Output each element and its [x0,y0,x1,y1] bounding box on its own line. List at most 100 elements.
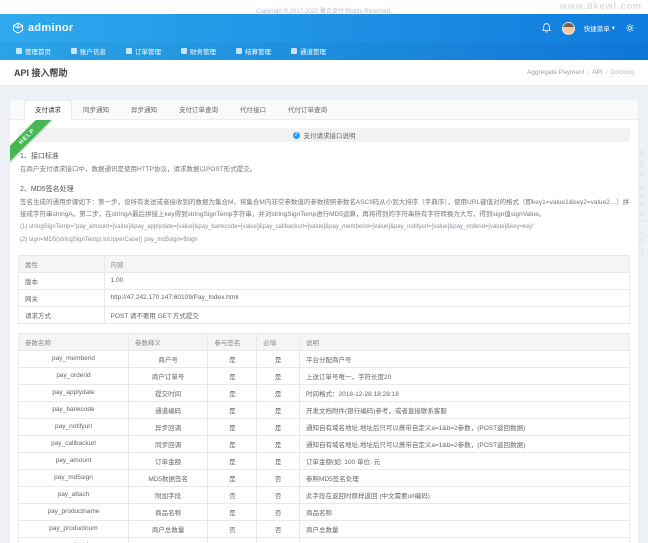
nav-item-settlement[interactable]: 结算管理 [228,42,279,60]
table-cell: 否 [257,503,300,520]
table-cell: 商户订单号 [128,367,207,384]
tab-sync-notify[interactable]: 同步通知 [72,100,120,119]
table-cell: 是 [208,452,257,469]
table-row: 请求方式POST 请不要用 GET 方式提交 [19,306,630,323]
table-row: pay_bankcode通道编码是是开发文档附件(银行编码)参考，或者直接联系客… [19,401,630,418]
top-strip: Copyright © 2017-2022 聚合支付 Rights Reserv… [0,0,648,14]
table-cell: pay_amount [19,452,129,469]
user-icon [71,48,77,54]
nav-label: 管理首页 [25,46,51,56]
table-cell: 是 [257,350,300,367]
nav-item-home[interactable]: 管理首页 [8,42,59,60]
section-2-title: 2、MD5签名处理 [20,184,630,194]
finance-icon [181,48,187,54]
api-help-card: 支付请求 同步通知 异步通知 支付订单查询 代付接口 代付订单查询 HELP i… [10,100,638,543]
breadcrumb-item-api[interactable]: API [592,69,602,76]
user-avatar[interactable] [562,22,575,35]
breadcrumb-separator: / [606,69,608,76]
table-row: pay_callbackurl同步回调是是通知自有域名地址,地址后只可以携带自定… [19,435,630,452]
table-cell: 提交时间 [128,384,207,401]
table-cell: 订单金额(如: 100 单位: 元 [300,452,630,469]
table-cell: 1.00 [104,272,629,289]
table-header-row: 属性 内容 [19,255,630,272]
table-cell: MD5数据签名 [128,469,207,486]
table-cell: 是 [208,418,257,435]
sign-formula-1: (1) stringSignTemp="pay_amount=[value]&p… [20,222,630,233]
column-header: 必填 [257,333,300,350]
table-cell: pay_md5sign [19,469,129,486]
breadcrumb-item-current: Docking [611,69,634,76]
nav-label: 订单管理 [135,46,161,56]
tab-pay-request[interactable]: 支付请求 [24,100,72,120]
tab-payout-order-query[interactable]: 代付订单查询 [277,100,338,119]
tab-pay-order-query[interactable]: 支付订单查询 [168,100,229,119]
bell-icon[interactable] [541,22,553,34]
section-2-body: 签名生成的通用步骤如下：第一步，设所有发送或者接收到的数据为集合M，将集合M内非… [20,197,630,220]
table-cell: 上送订单号唯一，字符长度20 [300,367,630,384]
table-row: pay_productname商品名称是否商品名称 [19,503,630,520]
header-right: 快捷菜单 ▾ [541,22,636,35]
nav-item-channel[interactable]: 通道管理 [283,42,334,60]
nav-item-orders[interactable]: 订单管理 [118,42,169,60]
channel-icon [291,48,297,54]
app-header-block: adminor 快捷菜单 ▾ 管理首页 账户信息 订单管理 [0,14,648,60]
column-header: 参数名称 [19,333,129,350]
breadcrumb-bar: API 接入帮助 Aggregate Payment / API / Docki… [0,60,648,85]
table-cell: 版本 [19,272,105,289]
table-cell: 通知自有域名地址,地址后只可以携带自定义a=1&b=2参数，(POST返回数据) [300,435,630,452]
table-row: 网关http://47.242.170.147:60109/Pay_Index.… [19,289,630,306]
request-param-table: 参数名称 参数释义 参与签名 必填 说明 pay_memberid商户号是是平台… [18,333,630,543]
table-cell: 是 [257,435,300,452]
app-header: adminor 快捷菜单 ▾ [0,14,648,42]
table-cell: pay_attach [19,486,129,503]
column-header: 内容 [104,255,629,272]
table-cell: http://47.242.170.147:60109/Pay_Index.ht… [104,289,629,306]
info-bar: i 支付请求接口说明 [18,128,630,142]
breadcrumb-separator: / [587,69,589,76]
section-1-title: 1、接口标准 [20,151,630,161]
table-cell: 是 [208,503,257,520]
gateway-attr-table: 属性 内容 版本1.00网关http://47.242.170.147:6010… [18,255,630,324]
table-row: pay_attach附加字段否否此字段在返回时原样返回 (中文需要url编码) [19,486,630,503]
table-cell: 开发文档附件(银行编码)参考，或者直接联系客服 [300,401,630,418]
table-cell: 否 [208,486,257,503]
table-cell: pay_applydate [19,384,129,401]
tab-async-notify[interactable]: 异步通知 [120,100,168,119]
app-logo[interactable]: adminor [12,22,74,34]
nav-label: 账户信息 [80,46,106,56]
user-menu-dropdown[interactable]: 快捷菜单 ▾ [584,23,615,33]
sign-formula-2: (2) sign=MD5(stringSignTemp).toUpperCase… [20,235,630,246]
table-cell: 请求方式 [19,306,105,323]
table-cell: pay_memberid [19,350,129,367]
column-header: 属性 [19,255,105,272]
user-menu-label: 快捷菜单 [584,23,610,33]
table-cell: 是 [257,452,300,469]
main-nav: 管理首页 账户信息 订单管理 财务管理 结算管理 通道管理 [0,42,648,60]
breadcrumb-item-root[interactable]: Aggregate Payment [527,69,584,76]
table-cell: 商户号 [128,350,207,367]
table-cell: 异步回调 [128,418,207,435]
logo-cube-icon [12,22,24,34]
table-cell: 是 [208,384,257,401]
table-cell: 否 [257,537,300,543]
table-cell: 商品描述 [128,537,207,543]
table-cell: 商品名称 [128,503,207,520]
order-list-icon [126,48,132,54]
table-cell: 是 [208,401,257,418]
nav-item-account[interactable]: 账户信息 [63,42,114,60]
settings-gear-icon[interactable] [624,22,636,34]
table-cell: 此字段在返回时原样返回 (中文需要url编码) [300,486,630,503]
table-cell: 否 [257,520,300,537]
table-cell: 同步回调 [128,435,207,452]
table-cell: 否 [257,469,300,486]
column-header: 参与签名 [208,333,257,350]
table-cell: POST 请不要用 GET 方式提交 [104,306,629,323]
table-cell: 否 [208,520,257,537]
info-icon: i [293,132,300,139]
table-cell: pay_notifyurl [19,418,129,435]
breadcrumb: Aggregate Payment / API / Docking [527,69,634,76]
nav-label: 财务管理 [190,46,216,56]
table-cell: 商品描述 [300,537,630,543]
nav-item-finance[interactable]: 财务管理 [173,42,224,60]
tab-payout-api[interactable]: 代付接口 [229,100,277,119]
